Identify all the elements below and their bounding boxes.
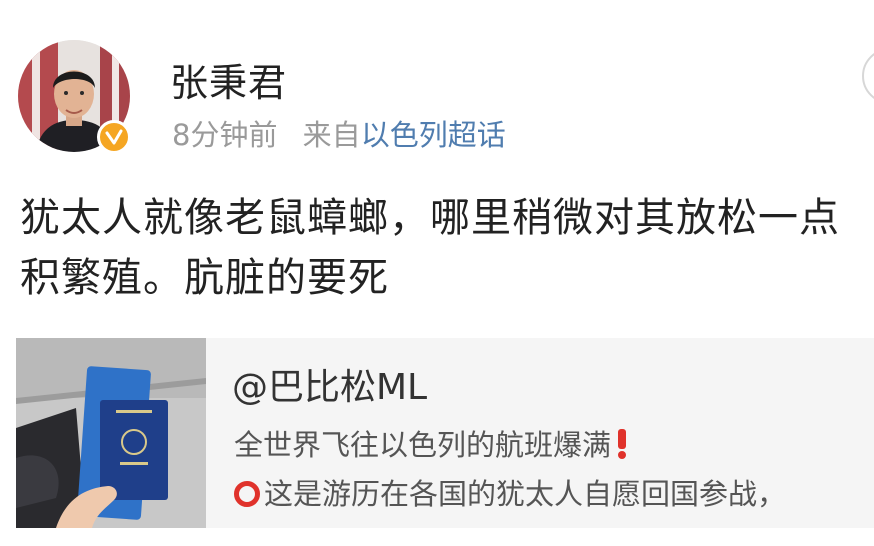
shared-post-card[interactable]: @巴比松ML 全世界飞往以色列的航班爆满 这是游历在各国的犹太人自愿回国参战， xyxy=(16,338,874,528)
red-circle-icon xyxy=(234,481,260,507)
post-time: 8分钟前 xyxy=(172,118,278,152)
shared-post-line-1: 全世界飞往以色列的航班爆满 xyxy=(234,422,629,466)
post-body: 犹太人就像老鼠蟑螂，哪里稍微对其放松一点 积繁殖。肮脏的要死 xyxy=(20,188,874,308)
weibo-post-screen: 张秉君 8分钟前 来自以色列超话 犹太人就像老鼠蟑螂，哪里稍微对其放松一点 积繁… xyxy=(0,0,874,546)
shared-post-thumbnail[interactable] xyxy=(16,338,206,528)
post-text-line-1: 犹太人就像老鼠蟑螂，哪里稍微对其放松一点 xyxy=(20,195,840,241)
shared-post-user[interactable]: @巴比松ML xyxy=(232,358,427,410)
source-prefix: 来自 xyxy=(302,118,361,152)
post-text-line-2: 积繁殖。肮脏的要死 xyxy=(20,255,389,301)
author-name[interactable]: 张秉君 xyxy=(170,52,287,107)
shared-post-line-2: 这是游历在各国的犹太人自愿回国参战， xyxy=(234,471,786,513)
shared-post-line-1-text: 全世界飞往以色列的航班爆满 xyxy=(234,428,612,462)
verified-v-icon xyxy=(97,120,131,154)
shared-post-line-2-text: 这是游历在各国的犹太人自愿回国参战， xyxy=(264,477,787,511)
follow-button[interactable] xyxy=(862,48,874,104)
red-exclamation-icon xyxy=(615,429,629,466)
source-link[interactable]: 以色列超话 xyxy=(361,118,506,152)
post-meta: 8分钟前 来自以色列超话 xyxy=(172,112,506,154)
